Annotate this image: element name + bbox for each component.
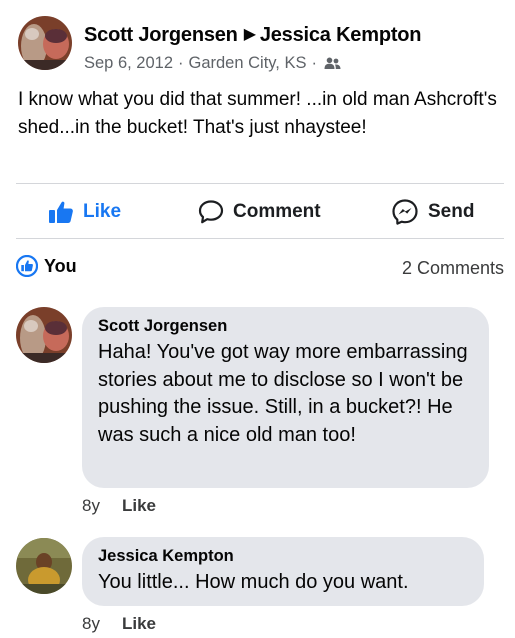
messenger-icon	[392, 198, 418, 225]
post-header: Scott Jorgensen ▶ Jessica Kempton Sep 6, 2…	[18, 16, 498, 78]
separator-dot: ·	[178, 54, 184, 72]
post-author[interactable]: Scott Jorgensen	[84, 24, 238, 46]
comment-author[interactable]: Scott Jorgensen	[98, 317, 473, 336]
avatar-photo	[16, 307, 72, 363]
comment-author[interactable]: Jessica Kempton	[98, 547, 468, 566]
action-bar: Like Comment Send	[16, 185, 504, 238]
comment-meta: 8y Like	[82, 496, 156, 516]
comment-text: Haha! You've got way more embarrassing s…	[98, 341, 468, 446]
post-text: I know what you did that summer! ...in o…	[18, 89, 497, 138]
send-label: Send	[428, 200, 475, 222]
post-meta: Sep 6, 2012 · Garden City, KS ·	[84, 54, 341, 75]
comment-like-button[interactable]: Like	[122, 614, 156, 633]
like-button[interactable]: Like	[48, 185, 121, 238]
post-location[interactable]: Garden City, KS	[189, 54, 307, 72]
comment-time[interactable]: 8y	[82, 496, 100, 515]
comment-like-button[interactable]: Like	[122, 496, 156, 515]
arrow-right-icon: ▶	[243, 26, 256, 43]
send-button[interactable]: Send	[391, 185, 474, 238]
comment-time[interactable]: 8y	[82, 614, 100, 633]
comment-button[interactable]: Comment	[198, 185, 321, 238]
comment-label: Comment	[233, 200, 321, 222]
comment-bubble: Jessica Kempton You little... How much d…	[82, 537, 484, 606]
post-target[interactable]: Jessica Kempton	[260, 24, 422, 46]
avatar[interactable]	[18, 16, 72, 70]
comment-bubble-icon	[198, 199, 224, 223]
like-label: Like	[83, 200, 122, 222]
comment-meta: 8y Like	[82, 614, 156, 634]
avatar[interactable]	[16, 538, 72, 594]
thumbs-up-icon	[49, 201, 73, 223]
avatar-photo	[18, 16, 72, 70]
divider	[16, 183, 504, 184]
comment-bubble: Scott Jorgensen Haha! You've got way mor…	[82, 307, 489, 488]
avatar[interactable]	[16, 307, 72, 363]
reaction-who: You	[44, 255, 77, 276]
separator-dot: ·	[311, 54, 318, 72]
reaction-summary[interactable]: You	[16, 255, 77, 277]
friends-icon[interactable]	[324, 56, 341, 75]
reactions-row: You 2 Comments	[16, 252, 504, 284]
divider	[16, 238, 504, 239]
post-author-line: Scott Jorgensen ▶ Jessica Kempton	[84, 24, 422, 47]
comment-text: You little... How much do you want.	[98, 571, 409, 593]
avatar-photo	[16, 538, 72, 594]
post-date[interactable]: Sep 6, 2012	[84, 54, 173, 72]
like-reaction-icon	[16, 255, 38, 277]
comment-count[interactable]: 2 Comments	[402, 258, 504, 279]
